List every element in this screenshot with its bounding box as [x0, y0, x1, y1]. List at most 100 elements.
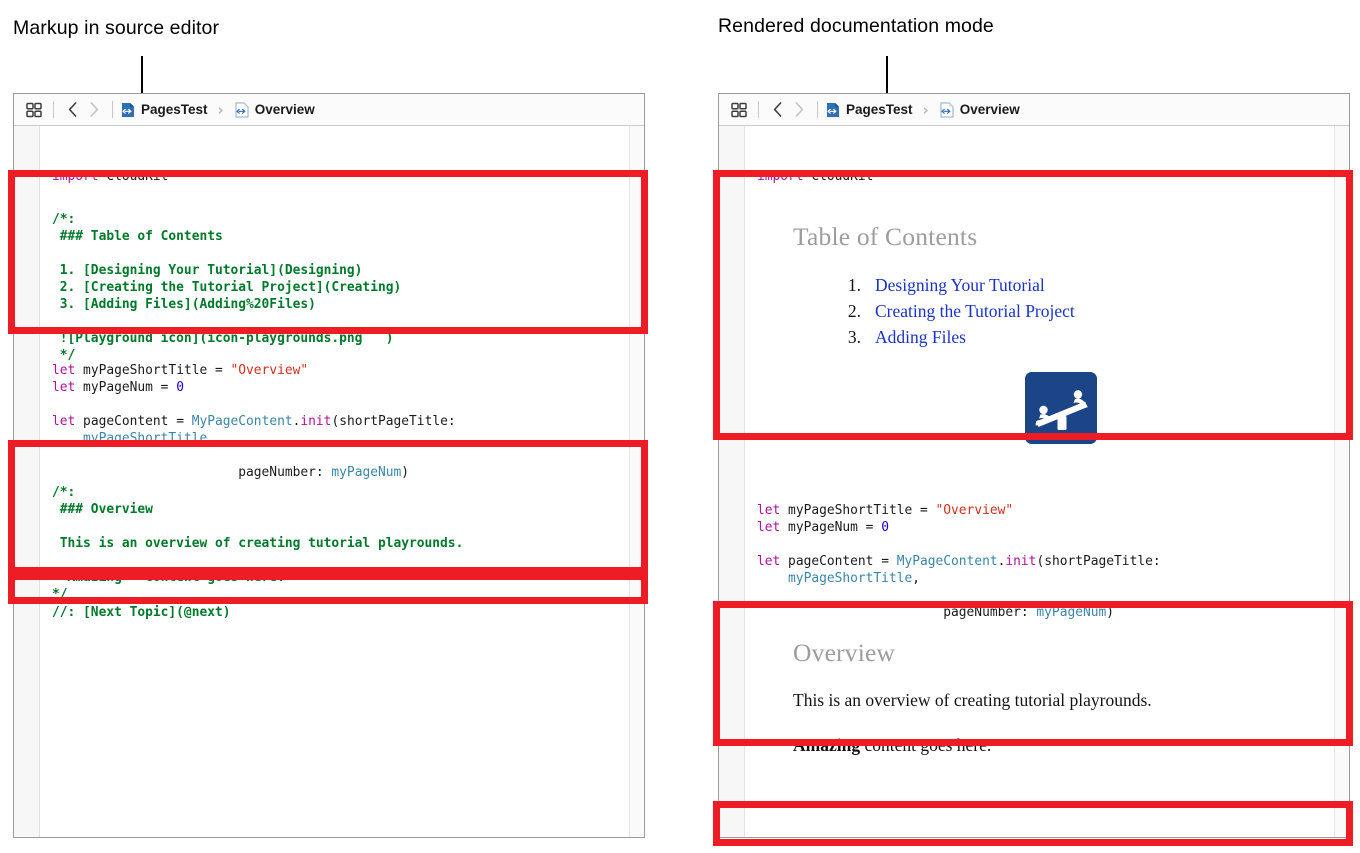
let-kw-2: let	[52, 380, 75, 395]
toolbar-divider-1	[758, 101, 759, 118]
ov-comment-l6: */	[52, 587, 68, 602]
var-1: myPageShortTitle =	[75, 363, 230, 378]
toc-comment-l3: 1. [Designing Your Tutorial](Designing)	[52, 263, 362, 278]
toc-comment-l5: 3. [Adding Files](Adding%20Files)	[52, 297, 316, 312]
ov-comment-l5: **Amazing** content goes here.	[52, 570, 285, 585]
import-keyword: import	[757, 169, 804, 184]
next-topic-markup-comment: //: [Next Topic](@next)	[52, 604, 231, 621]
args-1: (shortPageTitle:	[331, 414, 455, 429]
doc-content[interactable]: import CloudKit Table of Contents 1. Des…	[745, 126, 1334, 837]
amazing-rest-text: content goes here.	[860, 735, 991, 755]
let-kw-3: let	[757, 554, 780, 569]
doc-scrollbar[interactable]	[1334, 126, 1349, 837]
breadcrumb-page-label[interactable]: Overview	[960, 102, 1020, 117]
breadcrumb: PagesTest › Overview	[825, 101, 1020, 119]
toc-comment-l7: ![Playground icon](icon-playgrounds.png …	[52, 331, 393, 346]
label-pagenumber: pageNumber:	[943, 605, 1036, 620]
list-item[interactable]: 2. Creating the Tutorial Project	[841, 298, 1314, 324]
chevron-right-icon	[788, 98, 810, 122]
comma-1: ,	[912, 571, 920, 586]
ident-mypagenum: myPageNum	[331, 465, 401, 480]
rendered-doc-window: PagesTest › Overview import CloudKit	[718, 93, 1350, 838]
amazing-paragraph: Amazing content goes here.	[793, 734, 1314, 758]
breadcrumb-separator: ›	[923, 101, 929, 119]
grid-icon[interactable]	[22, 98, 46, 122]
import-module: CloudKit	[106, 169, 168, 184]
amazing-bold-text: Amazing	[793, 735, 860, 755]
paren-close: )	[1106, 605, 1114, 620]
rendered-doc-body: import CloudKit Table of Contents 1. Des…	[719, 126, 1349, 837]
editor-scrollbar[interactable]	[629, 126, 644, 837]
let-kw-2: let	[757, 520, 780, 535]
right-caption: Rendered documentation mode	[718, 15, 994, 38]
rendered-toc-section: Table of Contents 1. Designing Your Tuto…	[793, 222, 1314, 444]
list-marker: 3.	[841, 324, 861, 350]
overview-heading: Overview	[793, 638, 1314, 668]
breadcrumb-separator: ›	[218, 101, 224, 119]
toolbar-divider-1	[53, 101, 54, 118]
breadcrumb-project-label[interactable]: PagesTest	[141, 102, 208, 117]
label-pagenumber: pageNumber:	[238, 465, 331, 480]
rendered-doc-toolbar: PagesTest › Overview	[719, 94, 1349, 126]
source-editor-body: import CloudKit /*: ### Table of Content…	[14, 126, 644, 837]
playground-page-icon	[234, 102, 250, 118]
string-overview: "Overview"	[936, 503, 1014, 518]
swift-code-block: let myPageShortTitle = "Overview" let my…	[757, 502, 1161, 621]
overview-markup-comment: /*: ### Overview This is an overview of …	[52, 484, 463, 603]
var-3: pageContent =	[75, 414, 191, 429]
left-leader-line	[141, 56, 143, 94]
rendered-overview-section: Overview This is an overview of creating…	[793, 638, 1314, 757]
ident-mypageshorttitle: myPageShortTitle	[83, 431, 207, 446]
member-init: init	[1005, 554, 1036, 569]
toolbar-divider-2	[817, 101, 818, 118]
import-module: CloudKit	[811, 169, 873, 184]
swift-code-block: let myPageShortTitle = "Overview" let my…	[52, 362, 456, 481]
list-item[interactable]: 3. Adding Files	[841, 324, 1314, 350]
list-marker: 2.	[841, 298, 861, 324]
toc-comment-l4: 2. [Creating the Tutorial Project](Creat…	[52, 280, 401, 295]
list-item[interactable]: 1. Designing Your Tutorial	[841, 272, 1314, 298]
toc-link-creating[interactable]: Creating the Tutorial Project	[875, 298, 1075, 324]
toc-comment-l8: */	[52, 348, 75, 363]
ident-mypagenum: myPageNum	[1036, 605, 1106, 620]
doc-gutter	[719, 126, 745, 837]
chevron-left-icon[interactable]	[766, 98, 788, 122]
ov-comment-l1: ### Overview	[52, 502, 153, 517]
chevron-right-icon	[83, 98, 105, 122]
source-editor-toolbar: PagesTest › Overview	[14, 94, 644, 126]
ident-mypageshorttitle: myPageShortTitle	[788, 571, 912, 586]
playground-icon	[1025, 372, 1097, 444]
overview-paragraph: This is an overview of creating tutorial…	[793, 689, 1314, 713]
toc-markup-comment: /*: ### Table of Contents 1. [Designing …	[52, 211, 401, 364]
toc-link-designing[interactable]: Designing Your Tutorial	[875, 272, 1045, 298]
toc-comment-l0: /*:	[52, 212, 75, 227]
breadcrumb-project-label[interactable]: PagesTest	[846, 102, 913, 117]
args-1: (shortPageTitle:	[1036, 554, 1160, 569]
ov-comment-l0: /*:	[52, 485, 75, 500]
let-kw-1: let	[52, 363, 75, 378]
number-zero: 0	[176, 380, 184, 395]
var-3: pageContent =	[780, 554, 896, 569]
left-caption: Markup in source editor	[13, 17, 219, 40]
chevron-left-icon[interactable]	[61, 98, 83, 122]
number-zero: 0	[881, 520, 889, 535]
breadcrumb: PagesTest › Overview	[120, 101, 315, 119]
string-overview: "Overview"	[231, 363, 309, 378]
member-init: init	[300, 414, 331, 429]
toc-link-adding-files[interactable]: Adding Files	[875, 324, 966, 350]
screenshot-root: Markup in source editor Rendered documen…	[0, 0, 1360, 853]
editor-gutter	[14, 126, 40, 837]
var-1: myPageShortTitle =	[780, 503, 935, 518]
playground-icon-wrapper	[1025, 372, 1314, 444]
toc-comment-l1: ### Table of Contents	[52, 229, 223, 244]
import-keyword: import	[52, 169, 99, 184]
code-import-line: import CloudKit	[52, 168, 168, 185]
breadcrumb-page-label[interactable]: Overview	[255, 102, 315, 117]
grid-icon[interactable]	[727, 98, 751, 122]
playground-page-icon	[939, 102, 955, 118]
type-mypagecontent: MyPageContent	[192, 414, 293, 429]
editor-content[interactable]: import CloudKit /*: ### Table of Content…	[40, 126, 629, 837]
type-mypagecontent: MyPageContent	[897, 554, 998, 569]
source-editor-window: PagesTest › Overview import CloudKit	[13, 93, 645, 838]
right-leader-line	[886, 56, 888, 94]
